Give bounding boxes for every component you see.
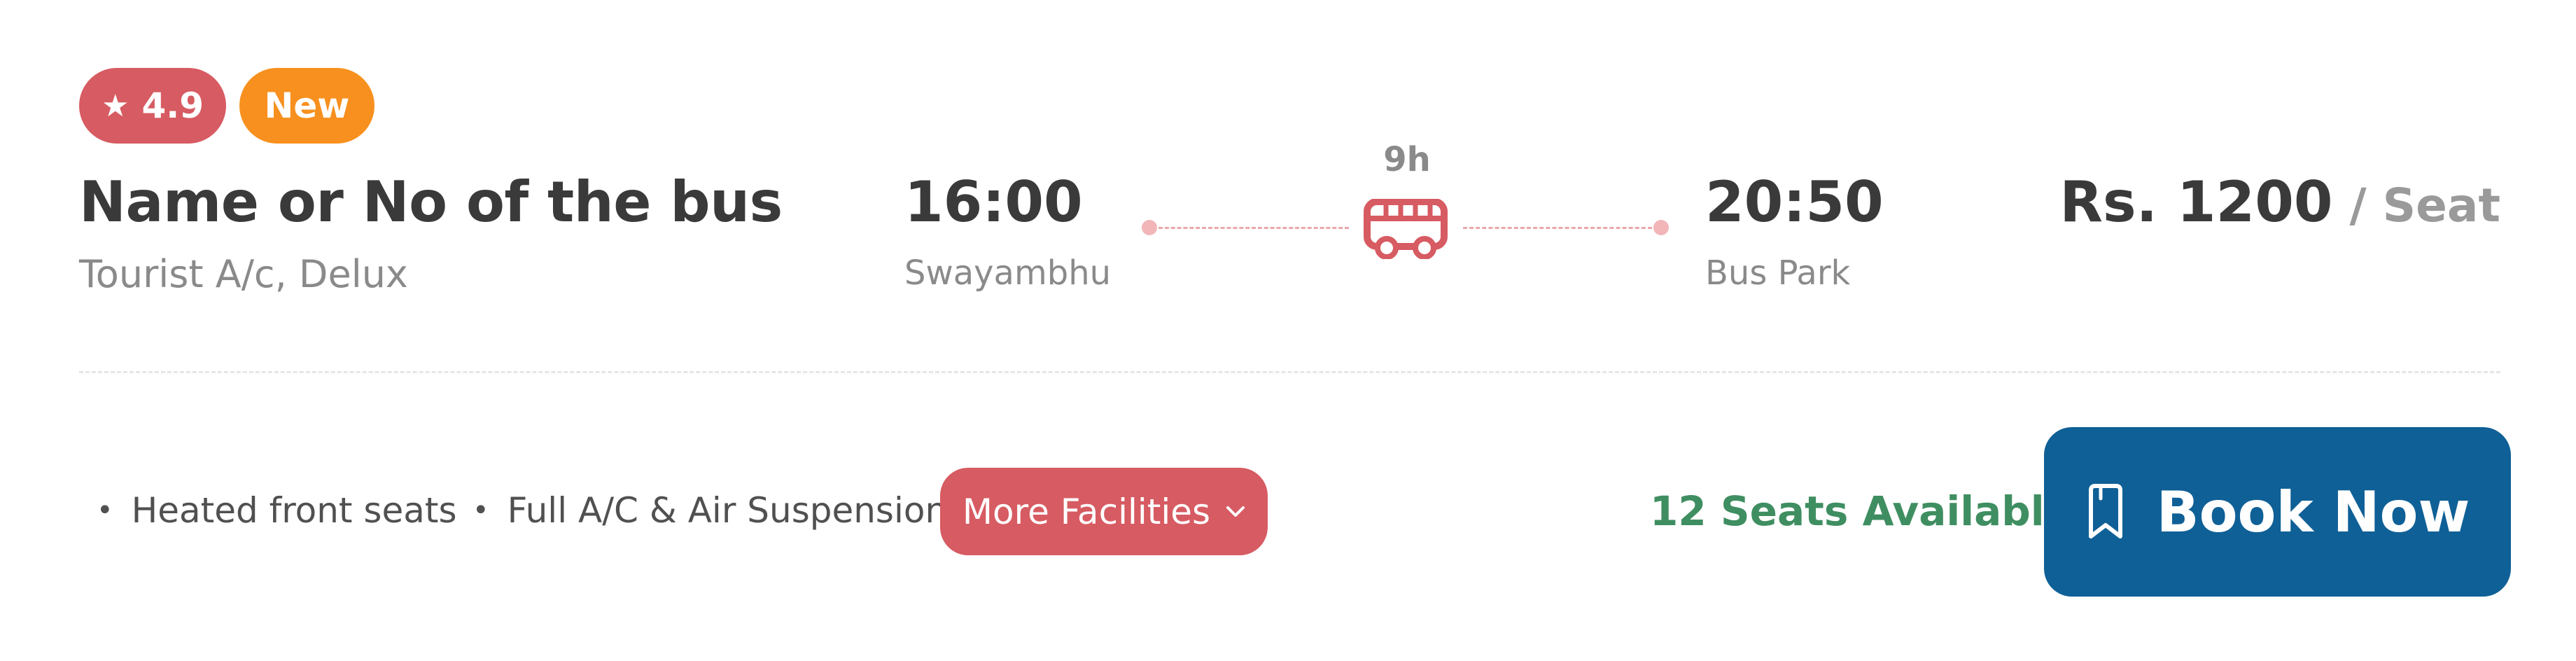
bus-icon <box>1364 199 1448 259</box>
bus-name: Name or No of the bus <box>79 169 783 235</box>
price-unit: / Seat <box>2349 179 2500 232</box>
seats-available: 12 Seats Available <box>1650 487 2072 535</box>
route-start-dot <box>1142 220 1157 235</box>
price-amount: Rs. 1200 <box>2059 169 2333 235</box>
price: Rs. 1200 / Seat <box>2059 169 2500 235</box>
rating-value: 4.9 <box>141 85 204 126</box>
more-facilities-button[interactable]: More Facilities <box>940 468 1268 555</box>
bus-type: Tourist A/c, Delux <box>79 252 408 296</box>
route-line-right <box>1463 227 1652 229</box>
new-badge: New <box>239 68 374 144</box>
departure-time: 16:00 <box>904 169 1083 235</box>
book-now-button[interactable]: Book Now <box>2044 427 2511 597</box>
departure-place: Swayambhu <box>904 253 1112 293</box>
route-line-left <box>1158 227 1349 229</box>
book-now-label: Book Now <box>2156 479 2470 545</box>
journey-duration: 9h <box>1383 140 1431 179</box>
bus-listing-card: ★ 4.9 New Name or No of the bus Tourist … <box>0 0 2576 661</box>
rating-badge: ★ 4.9 <box>79 68 226 144</box>
facility-label: Full A/C & Air Suspension <box>507 490 948 531</box>
arrival-place: Bus Park <box>1705 253 1851 293</box>
facility-label: Heated front seats <box>131 490 457 531</box>
badges: ★ 4.9 New <box>79 68 374 144</box>
route-end-dot <box>1653 220 1669 235</box>
chevron-down-icon <box>1226 506 1245 517</box>
more-facilities-label: More Facilities <box>962 491 1211 532</box>
divider <box>79 371 2500 373</box>
bullet: • <box>97 494 113 527</box>
facility-item: • Heated front seats <box>97 490 457 531</box>
bullet: • <box>472 494 489 527</box>
bookmark-icon <box>2088 484 2122 538</box>
star-icon: ★ <box>101 88 130 124</box>
facility-item: • Full A/C & Air Suspension <box>472 490 947 531</box>
arrival-time: 20:50 <box>1705 169 1884 235</box>
